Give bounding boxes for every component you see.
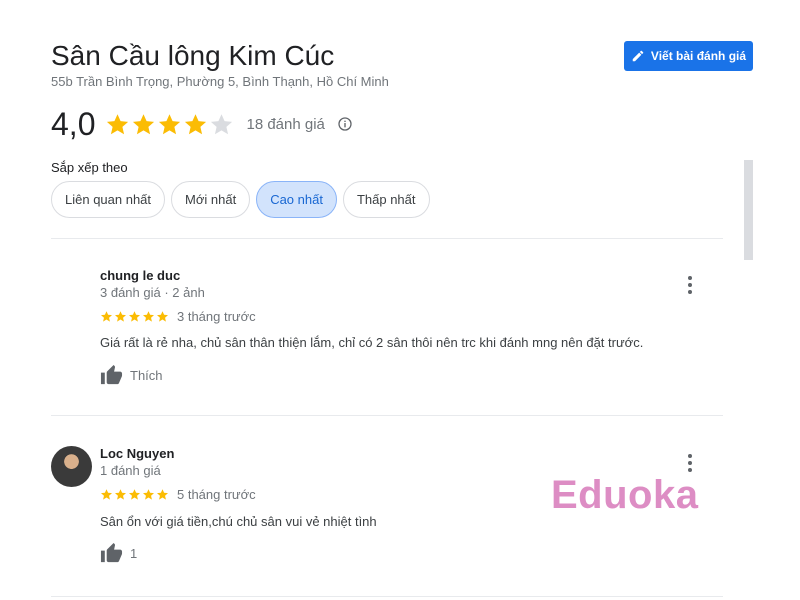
- sort-chip[interactable]: Mới nhất: [171, 181, 251, 218]
- star-filled-icon: [143, 489, 154, 500]
- star-filled-icon: [115, 489, 126, 500]
- review-text: Giá rất là rẻ nha, chủ sân thân thiện lắ…: [100, 335, 644, 350]
- review-stars: [100, 488, 169, 501]
- star-filled-icon: [129, 489, 140, 500]
- place-title: Sân Cầu lông Kim Cúc: [51, 40, 335, 71]
- review-rating: 5 tháng trước: [100, 487, 256, 502]
- star-filled-icon: [129, 311, 140, 322]
- sort-chip[interactable]: Cao nhất: [256, 181, 337, 218]
- sort-label: Sắp xếp theo: [51, 160, 128, 175]
- star-filled-icon: [157, 489, 168, 500]
- divider: [51, 415, 723, 416]
- reviewer-name[interactable]: Loc Nguyen: [100, 446, 174, 461]
- thumbs-up-icon: [100, 364, 123, 385]
- write-review-button[interactable]: Viết bài đánh giá: [624, 41, 753, 71]
- rating-value: 4,0: [51, 105, 96, 142]
- star-filled-icon: [157, 311, 168, 322]
- reviewer-meta: 3 đánh giá · 2 ảnh: [100, 285, 205, 300]
- review-rating: 3 tháng trước: [100, 309, 256, 324]
- watermark-logo: Eduoka: [551, 473, 699, 517]
- thumbs-up-icon: [100, 542, 123, 563]
- sort-chip[interactable]: Liên quan nhất: [51, 181, 166, 218]
- avatar[interactable]: [51, 446, 92, 487]
- like-button[interactable]: Thích: [100, 364, 163, 387]
- star-filled-icon: [185, 113, 207, 134]
- scrollbar[interactable]: [744, 160, 753, 260]
- star-filled-icon: [107, 113, 129, 134]
- star-filled-icon: [101, 489, 112, 500]
- place-address: 55b Trần Bình Trọng, Phường 5, Bình Thạn…: [51, 74, 389, 89]
- reviewer-meta: 1 đánh giá: [100, 463, 161, 478]
- pencil-icon: [632, 50, 644, 62]
- divider: [51, 596, 723, 597]
- review-time: 5 tháng trước: [177, 487, 256, 502]
- more-options-icon[interactable]: [682, 453, 698, 473]
- star-filled-icon: [159, 113, 181, 134]
- star-filled-icon: [115, 311, 126, 322]
- sort-chip[interactable]: Thấp nhất: [342, 181, 430, 218]
- like-count: 1: [130, 546, 138, 561]
- review-count[interactable]: 18 đánh giá: [246, 116, 324, 133]
- write-review-label: Viết bài đánh giá: [650, 49, 747, 63]
- star-filled-icon: [143, 311, 154, 322]
- star-filled-icon: [133, 113, 155, 134]
- reviews-page: Sân Cầu lông Kim Cúc 55b Trần Bình Trọng…: [0, 0, 800, 600]
- star-empty-icon: [211, 113, 233, 134]
- rating-summary: 4,0 18 đánh giá: [51, 106, 353, 142]
- review-time: 3 tháng trước: [177, 309, 256, 324]
- divider: [51, 238, 723, 239]
- info-icon[interactable]: [337, 116, 353, 132]
- review-text: Sân ổn với giá tiền,chú chủ sân vui vẻ n…: [100, 514, 377, 529]
- like-button[interactable]: 1: [100, 542, 137, 565]
- review-stars: [100, 310, 169, 323]
- sort-options: Liên quan nhất Mới nhất Cao nhất Thấp nhất: [51, 181, 430, 218]
- star-filled-icon: [101, 311, 112, 322]
- like-label: Thích: [130, 368, 163, 383]
- more-options-icon[interactable]: [682, 275, 698, 295]
- review-card: chung le duc 3 đánh giá · 2 ảnh 3 tháng …: [51, 268, 731, 388]
- rating-stars: [105, 112, 234, 137]
- reviewer-name[interactable]: chung le duc: [100, 268, 180, 283]
